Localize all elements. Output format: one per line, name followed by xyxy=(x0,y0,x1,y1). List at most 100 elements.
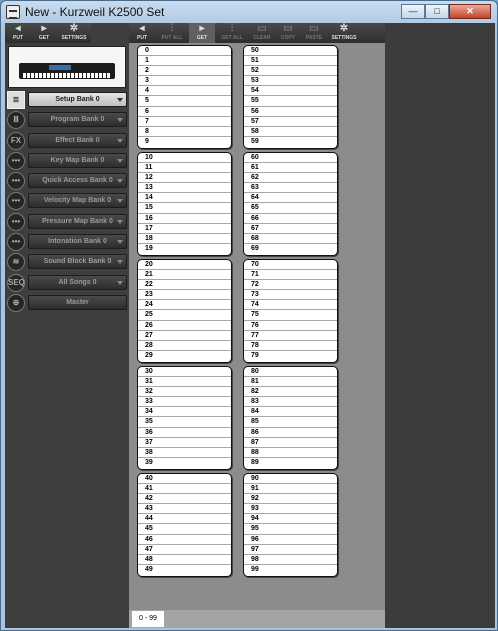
slot-62[interactable]: 62 xyxy=(244,173,337,184)
slot-6[interactable]: 6 xyxy=(138,107,231,117)
slot-36[interactable]: 36 xyxy=(138,428,231,438)
slot-75[interactable]: 75 xyxy=(244,310,337,321)
slot-30[interactable]: 30 xyxy=(138,367,231,378)
slot-83[interactable]: 83 xyxy=(244,397,337,408)
slot-77[interactable]: 77 xyxy=(244,331,337,341)
slot-43[interactable]: 43 xyxy=(138,504,231,515)
slot-85[interactable]: 85 xyxy=(244,417,337,428)
slot-96[interactable]: 96 xyxy=(244,535,337,545)
slot-92[interactable]: 92 xyxy=(244,494,337,505)
slot-41[interactable]: 41 xyxy=(138,484,231,495)
slot-97[interactable]: 97 xyxy=(244,545,337,555)
slot-58[interactable]: 58 xyxy=(244,127,337,137)
slot-48[interactable]: 48 xyxy=(138,555,231,565)
bank-select[interactable]: Velocity Map Bank 0 xyxy=(28,193,127,209)
maximize-button[interactable]: □ xyxy=(425,4,449,19)
slot-10[interactable]: 10 xyxy=(138,153,231,164)
slot-15[interactable]: 15 xyxy=(138,203,231,214)
bank-type-icon[interactable]: SEQ xyxy=(7,273,25,292)
slot-50[interactable]: 50 xyxy=(244,46,337,57)
slot-27[interactable]: 27 xyxy=(138,331,231,341)
slot-13[interactable]: 13 xyxy=(138,183,231,194)
slot-0[interactable]: 0 xyxy=(138,46,231,57)
slot-33[interactable]: 33 xyxy=(138,397,231,408)
slot-17[interactable]: 17 xyxy=(138,224,231,234)
slot-91[interactable]: 91 xyxy=(244,484,337,495)
slot-28[interactable]: 28 xyxy=(138,341,231,351)
slot-14[interactable]: 14 xyxy=(138,193,231,204)
slot-51[interactable]: 51 xyxy=(244,56,337,67)
slot-64[interactable]: 64 xyxy=(244,193,337,204)
slot-47[interactable]: 47 xyxy=(138,545,231,555)
slot-74[interactable]: 74 xyxy=(244,300,337,311)
bank-type-icon[interactable]: ≣ xyxy=(7,91,25,109)
slot-59[interactable]: 59 xyxy=(244,137,337,147)
put-toolbar-button[interactable]: ◂ PUT xyxy=(5,23,31,43)
slot-99[interactable]: 99 xyxy=(244,565,337,575)
slot-55[interactable]: 55 xyxy=(244,96,337,107)
slot-26[interactable]: 26 xyxy=(138,321,231,331)
slot-46[interactable]: 46 xyxy=(138,535,231,545)
slot-65[interactable]: 65 xyxy=(244,203,337,214)
slot-78[interactable]: 78 xyxy=(244,341,337,351)
bank-type-icon[interactable]: ≋ xyxy=(7,253,25,272)
slot-45[interactable]: 45 xyxy=(138,524,231,535)
slot-73[interactable]: 73 xyxy=(244,290,337,301)
slot-16[interactable]: 16 xyxy=(138,214,231,224)
slot-71[interactable]: 71 xyxy=(244,270,337,281)
slot-44[interactable]: 44 xyxy=(138,514,231,525)
slot-82[interactable]: 82 xyxy=(244,387,337,398)
slot-22[interactable]: 22 xyxy=(138,280,231,291)
slot-56[interactable]: 56 xyxy=(244,107,337,117)
slot-20[interactable]: 20 xyxy=(138,260,231,271)
slot-86[interactable]: 86 xyxy=(244,428,337,438)
slot-76[interactable]: 76 xyxy=(244,321,337,331)
slot-80[interactable]: 80 xyxy=(244,367,337,378)
put-all-toolbar-button[interactable]: ⫶ PUT ALL xyxy=(155,23,189,43)
copy-toolbar-button[interactable]: ▭ COPY xyxy=(275,23,301,43)
slot-3[interactable]: 3 xyxy=(138,76,231,87)
slot-8[interactable]: 8 xyxy=(138,127,231,137)
minimize-button[interactable]: — xyxy=(401,4,425,19)
slot-61[interactable]: 61 xyxy=(244,163,337,174)
slot-19[interactable]: 19 xyxy=(138,244,231,254)
slot-34[interactable]: 34 xyxy=(138,407,231,418)
slot-84[interactable]: 84 xyxy=(244,407,337,418)
slot-89[interactable]: 89 xyxy=(244,458,337,468)
slot-68[interactable]: 68 xyxy=(244,234,337,244)
slot-52[interactable]: 52 xyxy=(244,66,337,77)
get-toolbar-button[interactable]: ▸ GET xyxy=(189,23,215,43)
bank-type-icon[interactable]: ⊕ xyxy=(7,293,25,312)
slot-90[interactable]: 90 xyxy=(244,474,337,485)
paste-toolbar-button[interactable]: ▭ PASTE xyxy=(301,23,327,43)
slot-81[interactable]: 81 xyxy=(244,377,337,388)
slot-18[interactable]: 18 xyxy=(138,234,231,244)
slot-63[interactable]: 63 xyxy=(244,183,337,194)
settings-toolbar-button[interactable]: ✲ SETTINGS xyxy=(57,23,91,43)
bank-select[interactable]: All Songs 0 xyxy=(28,274,127,290)
slot-42[interactable]: 42 xyxy=(138,494,231,505)
settings-toolbar-button[interactable]: ✲ SETTINGS xyxy=(327,23,361,43)
slot-67[interactable]: 67 xyxy=(244,224,337,234)
bank-type-icon[interactable]: FX xyxy=(7,131,25,150)
bank-type-icon[interactable]: ••• xyxy=(7,151,25,170)
slot-5[interactable]: 5 xyxy=(138,96,231,107)
bank-select[interactable]: Effect Bank 0 xyxy=(28,132,127,148)
bank-type-icon[interactable]: ••• xyxy=(7,172,25,191)
slot-98[interactable]: 98 xyxy=(244,555,337,565)
slot-23[interactable]: 23 xyxy=(138,290,231,301)
get-all-toolbar-button[interactable]: ⫶ GET ALL xyxy=(215,23,249,43)
slot-32[interactable]: 32 xyxy=(138,387,231,398)
slot-7[interactable]: 7 xyxy=(138,117,231,127)
slot-72[interactable]: 72 xyxy=(244,280,337,291)
slot-21[interactable]: 21 xyxy=(138,270,231,281)
slot-2[interactable]: 2 xyxy=(138,66,231,77)
slot-66[interactable]: 66 xyxy=(244,214,337,224)
slot-29[interactable]: 29 xyxy=(138,351,231,361)
slot-79[interactable]: 79 xyxy=(244,351,337,361)
slot-37[interactable]: 37 xyxy=(138,438,231,448)
bank-select[interactable]: Quick Access Bank 0 xyxy=(28,173,127,189)
bank-select[interactable]: Key Map Bank 0 xyxy=(28,152,127,168)
clear-toolbar-button[interactable]: ▭ CLEAR xyxy=(249,23,275,43)
slot-60[interactable]: 60 xyxy=(244,153,337,164)
